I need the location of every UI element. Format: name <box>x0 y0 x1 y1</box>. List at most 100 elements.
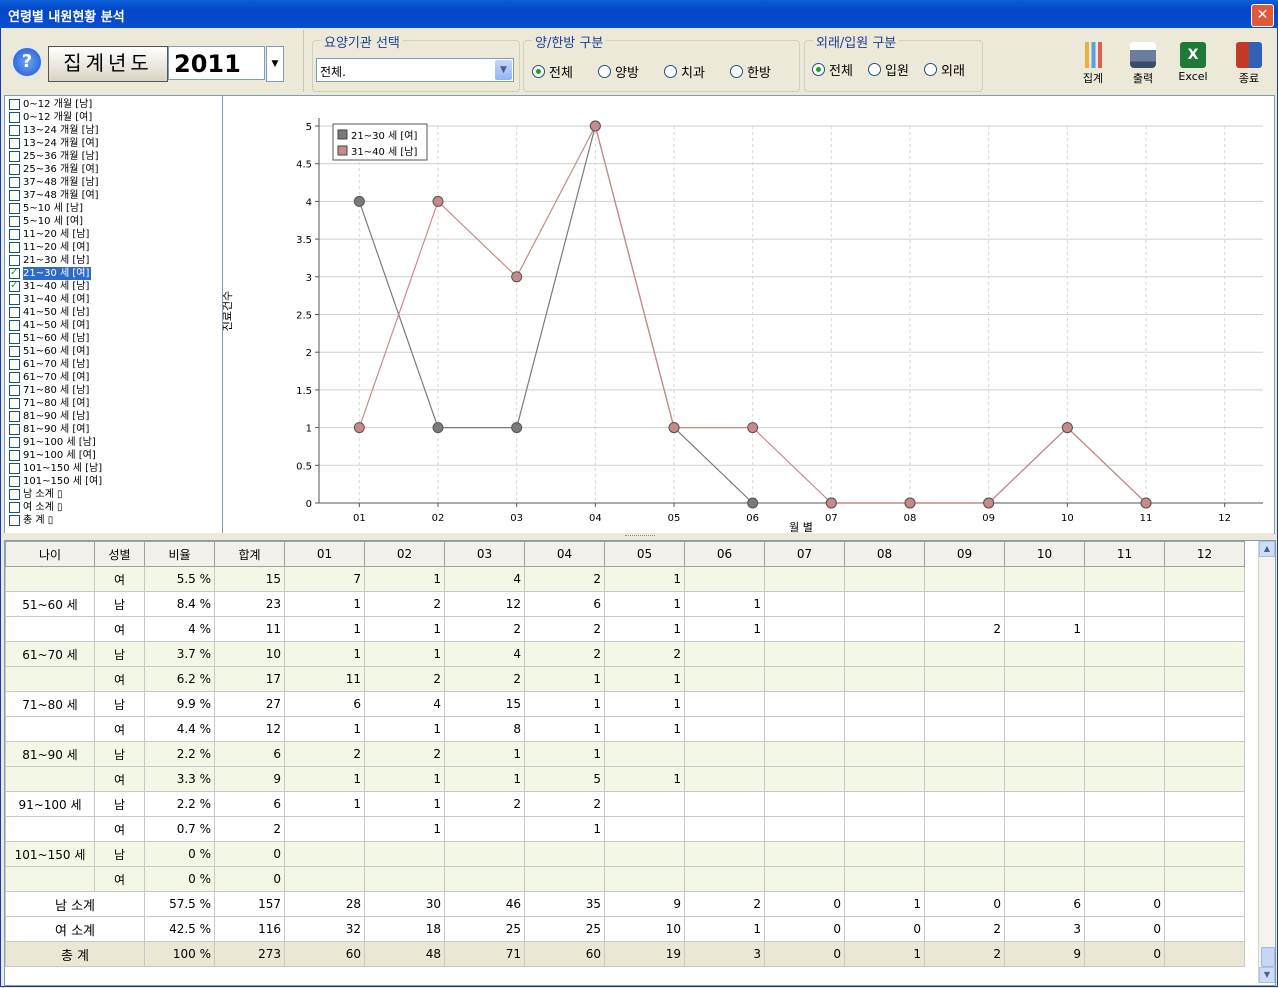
checkbox-icon[interactable] <box>9 463 20 474</box>
checkbox-icon[interactable] <box>9 190 20 201</box>
column-header[interactable]: 10 <box>1004 541 1085 567</box>
age-group-item[interactable]: 41~50 세 [남] <box>9 306 221 319</box>
chevron-down-icon[interactable]: ▼ <box>495 60 512 80</box>
subtotal-row[interactable]: 총 계 100 % 273 60 48 71 60 19 3 0 1 2 9 0 <box>5 941 1245 967</box>
age-group-item[interactable]: 5~10 세 [남] <box>9 202 221 215</box>
table-row[interactable]: 여 3.3 % 9 1 1 1 5 1 <box>5 766 1245 792</box>
age-group-item[interactable]: 0~12 개월 [남] <box>9 98 221 111</box>
age-group-item[interactable]: 11~20 세 [남] <box>9 228 221 241</box>
age-group-item[interactable]: 21~30 세 [여] <box>9 266 221 280</box>
table-row[interactable]: 51~60 세 남 8.4 % 23 1 2 12 6 1 1 <box>5 591 1245 617</box>
scroll-thumb[interactable] <box>1261 947 1275 967</box>
chevron-down-icon[interactable]: ▼ <box>266 46 284 82</box>
column-header[interactable]: 06 <box>684 541 765 567</box>
checkbox-icon[interactable] <box>9 385 20 396</box>
age-group-item[interactable]: 61~70 세 [여] <box>9 371 221 384</box>
age-group-item[interactable]: 13~24 개월 [여] <box>9 137 221 150</box>
checkbox-icon[interactable] <box>9 424 20 435</box>
column-header[interactable]: 08 <box>844 541 925 567</box>
column-header[interactable]: 01 <box>284 541 365 567</box>
age-group-item[interactable]: 71~80 세 [남] <box>9 384 221 397</box>
checkbox-icon[interactable] <box>9 346 20 357</box>
column-header[interactable]: 02 <box>364 541 445 567</box>
checkbox-icon[interactable] <box>9 476 20 487</box>
table-row[interactable]: 여 5.5 % 15 7 1 4 2 1 <box>5 566 1245 592</box>
age-group-item[interactable]: 총 계 ▯ <box>9 514 221 527</box>
checkbox-icon[interactable] <box>9 138 20 149</box>
aggregate-button[interactable]: 집계 <box>1076 42 1110 86</box>
table-row[interactable]: 61~70 세 남 3.7 % 10 1 1 4 2 2 <box>5 641 1245 667</box>
age-group-item[interactable]: 91~100 세 [여] <box>9 449 221 462</box>
subtotal-row[interactable]: 남 소계 57.5 % 157 28 30 46 35 9 2 0 1 0 6 0 <box>5 891 1245 917</box>
vertical-scrollbar[interactable]: ▲ ▼ <box>1258 541 1275 983</box>
visit-radio-all[interactable]: 전체 <box>812 60 853 79</box>
checkbox-icon[interactable] <box>9 229 20 240</box>
excel-button[interactable]: X Excel <box>1176 42 1210 83</box>
column-header[interactable]: 12 <box>1164 541 1245 567</box>
checkbox-icon[interactable] <box>9 203 20 214</box>
age-group-item[interactable]: 51~60 세 [남] <box>9 332 221 345</box>
age-group-item[interactable]: 41~50 세 [여] <box>9 319 221 332</box>
checkbox-icon[interactable] <box>9 125 20 136</box>
age-group-item[interactable]: 37~48 개월 [남] <box>9 176 221 189</box>
column-header[interactable]: 합계 <box>214 541 285 567</box>
checkbox-icon[interactable] <box>9 398 20 409</box>
type-radio-western[interactable]: 양방 <box>598 62 639 81</box>
age-group-item[interactable]: 101~150 세 [여] <box>9 475 221 488</box>
subtotal-row[interactable]: 여 소계 42.5 % 116 32 18 25 25 10 1 0 0 2 3 0 <box>5 916 1245 942</box>
table-row[interactable]: 여 4.4 % 12 1 1 8 1 1 <box>5 716 1245 742</box>
checkbox-icon[interactable] <box>9 333 20 344</box>
splitter-handle[interactable] <box>4 533 1274 539</box>
checkbox-icon[interactable] <box>9 279 20 292</box>
table-row[interactable]: 여0 % 0 <box>5 866 1245 892</box>
checkbox-icon[interactable] <box>9 266 20 279</box>
age-group-item[interactable]: 25~36 개월 [여] <box>9 163 221 176</box>
institution-select[interactable]: 전체. ▼ <box>316 58 514 82</box>
age-group-item[interactable]: 여 소계 ▯ <box>9 501 221 514</box>
checkbox-icon[interactable] <box>9 307 20 318</box>
year-select[interactable]: 2011 <box>168 46 265 80</box>
table-row[interactable]: 여 6.2 % 17 11 2 2 1 1 <box>5 666 1245 692</box>
table-row[interactable]: 81~90 세 남 2.2 % 6 2 2 1 1 <box>5 741 1245 767</box>
column-header[interactable]: 05 <box>604 541 685 567</box>
column-header[interactable]: 성별 <box>94 541 145 567</box>
age-group-item[interactable]: 81~90 세 [남] <box>9 410 221 423</box>
checkbox-icon[interactable] <box>9 255 20 266</box>
type-radio-dental[interactable]: 치과 <box>664 62 705 81</box>
age-group-item[interactable]: 71~80 세 [여] <box>9 397 221 410</box>
visit-radio-inpatient[interactable]: 입원 <box>868 60 909 79</box>
type-radio-all[interactable]: 전체 <box>532 62 573 81</box>
column-header[interactable]: 비율 <box>144 541 215 567</box>
checkbox-icon[interactable] <box>9 242 20 253</box>
checkbox-icon[interactable] <box>9 502 20 513</box>
checkbox-icon[interactable] <box>9 99 20 110</box>
checkbox-icon[interactable] <box>9 515 20 526</box>
column-header[interactable]: 나이 <box>5 541 95 567</box>
age-group-item[interactable]: 0~12 개월 [여] <box>9 111 221 124</box>
age-group-item[interactable]: 25~36 개월 [남] <box>9 150 221 163</box>
checkbox-icon[interactable] <box>9 411 20 422</box>
checkbox-icon[interactable] <box>9 372 20 383</box>
checkbox-icon[interactable] <box>9 320 20 331</box>
age-group-item[interactable]: 31~40 세 [여] <box>9 293 221 306</box>
table-row[interactable]: 71~80 세 남 9.9 % 27 6 4 15 1 1 <box>5 691 1245 717</box>
checkbox-icon[interactable] <box>9 177 20 188</box>
exit-button[interactable]: 종료 <box>1232 42 1266 86</box>
age-group-item[interactable]: 31~40 세 [남] <box>9 279 221 293</box>
age-group-item[interactable]: 91~100 세 [남] <box>9 436 221 449</box>
help-icon[interactable]: ? <box>11 46 43 78</box>
age-group-item[interactable]: 21~30 세 [남] <box>9 254 221 267</box>
column-header[interactable]: 04 <box>524 541 605 567</box>
scroll-down-icon[interactable]: ▼ <box>1259 967 1275 983</box>
close-button[interactable]: ✕ <box>1251 4 1274 27</box>
table-row[interactable]: 101~150 세남0 % 0 <box>5 841 1245 867</box>
age-group-item[interactable]: 11~20 세 [여] <box>9 241 221 254</box>
checkbox-icon[interactable] <box>9 450 20 461</box>
checkbox-icon[interactable] <box>9 151 20 162</box>
age-group-item[interactable]: 37~48 개월 [여] <box>9 189 221 202</box>
age-group-item[interactable]: 81~90 세 [여] <box>9 423 221 436</box>
checkbox-icon[interactable] <box>9 164 20 175</box>
age-group-item[interactable]: 101~150 세 [남] <box>9 462 221 475</box>
print-button[interactable]: 출력 <box>1126 42 1160 86</box>
column-header[interactable]: 07 <box>764 541 845 567</box>
